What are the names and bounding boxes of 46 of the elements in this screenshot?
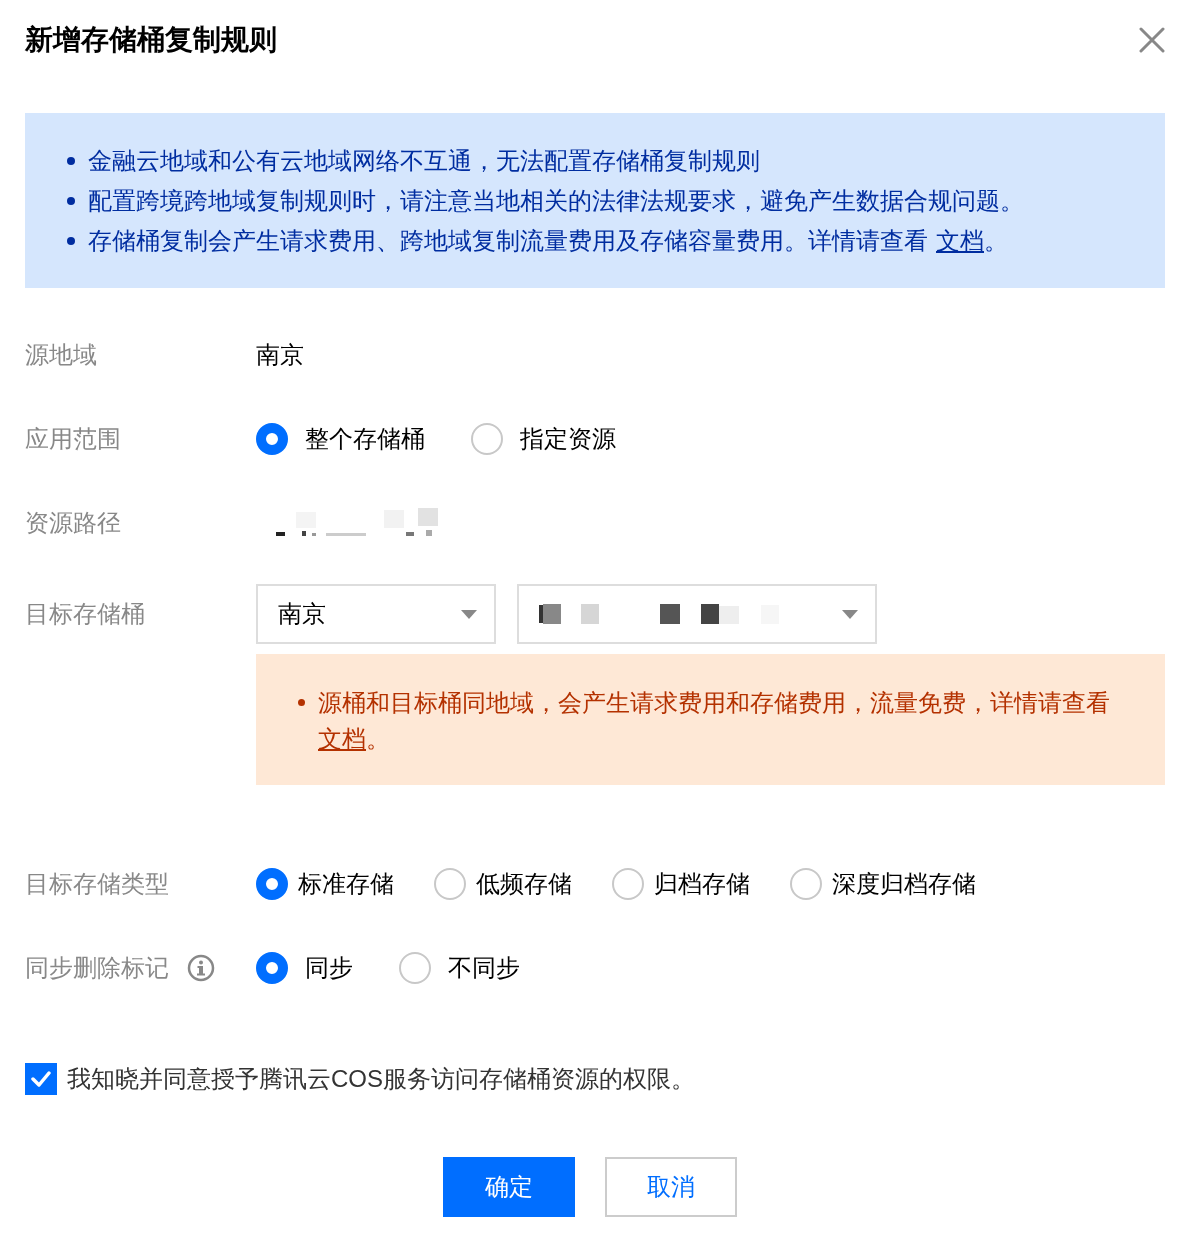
- field-label: 目标存储类型: [25, 869, 169, 899]
- radio-label[interactable]: 同步: [305, 953, 353, 983]
- consent-label[interactable]: 我知晓并同意授予腾讯云COS服务访问存储桶资源的权限。: [67, 1064, 695, 1094]
- radio-button[interactable]: [256, 868, 288, 900]
- notice-text: 配置跨境跨地域复制规则时，请注意当地相关的法律法规要求，避免产生数据合规问题。: [88, 186, 1024, 216]
- bullet-icon: [67, 157, 75, 165]
- dropdown-select[interactable]: 南京: [256, 584, 496, 644]
- radio-button[interactable]: [434, 868, 466, 900]
- cancel-button[interactable]: 取消: [605, 1157, 737, 1217]
- warning-text: 源桶和目标桶同地域，会产生请求费用和存储费用，流量免费，详情请查看 文档。: [318, 688, 1111, 754]
- bullet-icon: [298, 699, 305, 706]
- check-icon: [31, 1071, 51, 1087]
- radio-label[interactable]: 标准存储: [298, 869, 394, 899]
- field-label: 源地域: [25, 340, 97, 370]
- checkbox[interactable]: [25, 1063, 57, 1095]
- radio-label[interactable]: 深度归档存储: [832, 869, 976, 899]
- field-label: 应用范围: [25, 424, 121, 454]
- radio-label[interactable]: 指定资源: [520, 424, 616, 454]
- notice-text: 金融云地域和公有云地域网络不互通，无法配置存储桶复制规则: [88, 146, 760, 176]
- dropdown-select[interactable]: [517, 584, 877, 644]
- notice-text: 存储桶复制会产生请求费用、跨地域复制流量费用及存储容量费用。详情请查看 文档。: [88, 226, 1008, 256]
- doc-link[interactable]: 文档: [936, 227, 984, 254]
- bullet-icon: [67, 237, 75, 245]
- radio-label[interactable]: 低频存储: [476, 869, 572, 899]
- doc-link[interactable]: 文档: [318, 725, 366, 752]
- radio-button[interactable]: [790, 868, 822, 900]
- bullet-icon: [67, 197, 75, 205]
- radio-button[interactable]: [612, 868, 644, 900]
- info-icon[interactable]: [187, 954, 215, 982]
- radio-label[interactable]: 归档存储: [654, 869, 750, 899]
- radio-label[interactable]: 不同步: [448, 953, 520, 983]
- field-value: 南京: [256, 340, 304, 370]
- field-label: 目标存储桶: [25, 599, 145, 629]
- radio-button[interactable]: [256, 423, 288, 455]
- close-icon: [1139, 27, 1165, 53]
- caret-icon: [842, 609, 858, 619]
- radio-button[interactable]: [399, 952, 431, 984]
- field-label: 同步删除标记: [25, 953, 169, 983]
- confirm-button[interactable]: 确定: [443, 1157, 575, 1217]
- close-button[interactable]: [1139, 27, 1165, 53]
- radio-label[interactable]: 整个存储桶: [305, 424, 425, 454]
- radio-button[interactable]: [256, 952, 288, 984]
- radio-button[interactable]: [471, 423, 503, 455]
- field-label: 资源路径: [25, 508, 121, 538]
- caret-icon: [461, 609, 477, 619]
- dialog-title: 新增存储桶复制规则: [25, 23, 277, 57]
